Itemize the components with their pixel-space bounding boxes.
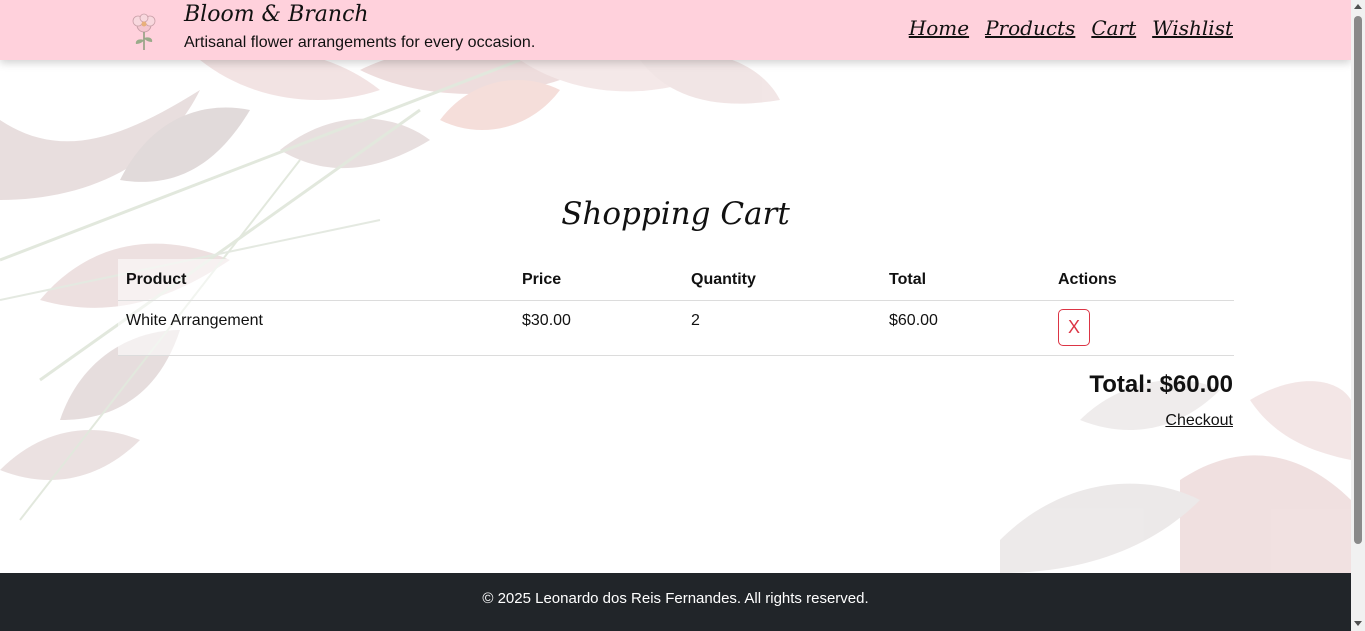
remove-item-button[interactable]: X <box>1058 309 1090 346</box>
scroll-up-arrow-icon[interactable] <box>1354 4 1362 9</box>
table-header-row: Product Price Quantity Total Actions <box>118 259 1234 301</box>
page: Bloom & Branch Artisanal flower arrangem… <box>0 0 1365 631</box>
checkout-link[interactable]: Checkout <box>1165 412 1233 430</box>
cell-quantity: 2 <box>683 300 881 356</box>
cell-total: $60.00 <box>881 300 1050 356</box>
nav-link-wishlist[interactable]: Wishlist <box>1152 16 1233 40</box>
site-footer: © 2025 Leonardo dos Reis Fernandes. All … <box>0 573 1351 631</box>
brand-tagline: Artisanal flower arrangements for every … <box>184 34 536 51</box>
nav-link-products[interactable]: Products <box>985 16 1075 40</box>
brand-name[interactable]: Bloom & Branch <box>184 2 369 27</box>
column-header-product: Product <box>118 259 514 301</box>
table-row: White Arrangement $30.00 2 $60.00 X <box>118 300 1234 356</box>
cell-product: White Arrangement <box>118 300 514 356</box>
cell-price: $30.00 <box>514 300 683 356</box>
site-header: Bloom & Branch Artisanal flower arrangem… <box>0 0 1351 60</box>
nav-link-home[interactable]: Home <box>909 16 969 40</box>
scrollbar-thumb[interactable] <box>1354 16 1362 544</box>
cart-table: Product Price Quantity Total Actions Whi… <box>118 259 1234 356</box>
main-nav: Home Products Cart Wishlist <box>909 16 1233 40</box>
flower-logo-icon[interactable] <box>124 8 164 52</box>
cart-grand-total: Total: $60.00 <box>1089 371 1233 398</box>
page-title: Shopping Cart <box>561 196 790 232</box>
vertical-scrollbar[interactable] <box>1351 0 1365 631</box>
column-header-total: Total <box>881 259 1050 301</box>
column-header-actions: Actions <box>1050 259 1234 301</box>
column-header-quantity: Quantity <box>683 259 881 301</box>
footer-copyright: © 2025 Leonardo dos Reis Fernandes. All … <box>482 590 869 607</box>
column-header-price: Price <box>514 259 683 301</box>
scroll-down-arrow-icon[interactable] <box>1354 621 1362 626</box>
nav-link-cart[interactable]: Cart <box>1091 16 1136 40</box>
cell-actions: X <box>1050 300 1234 356</box>
